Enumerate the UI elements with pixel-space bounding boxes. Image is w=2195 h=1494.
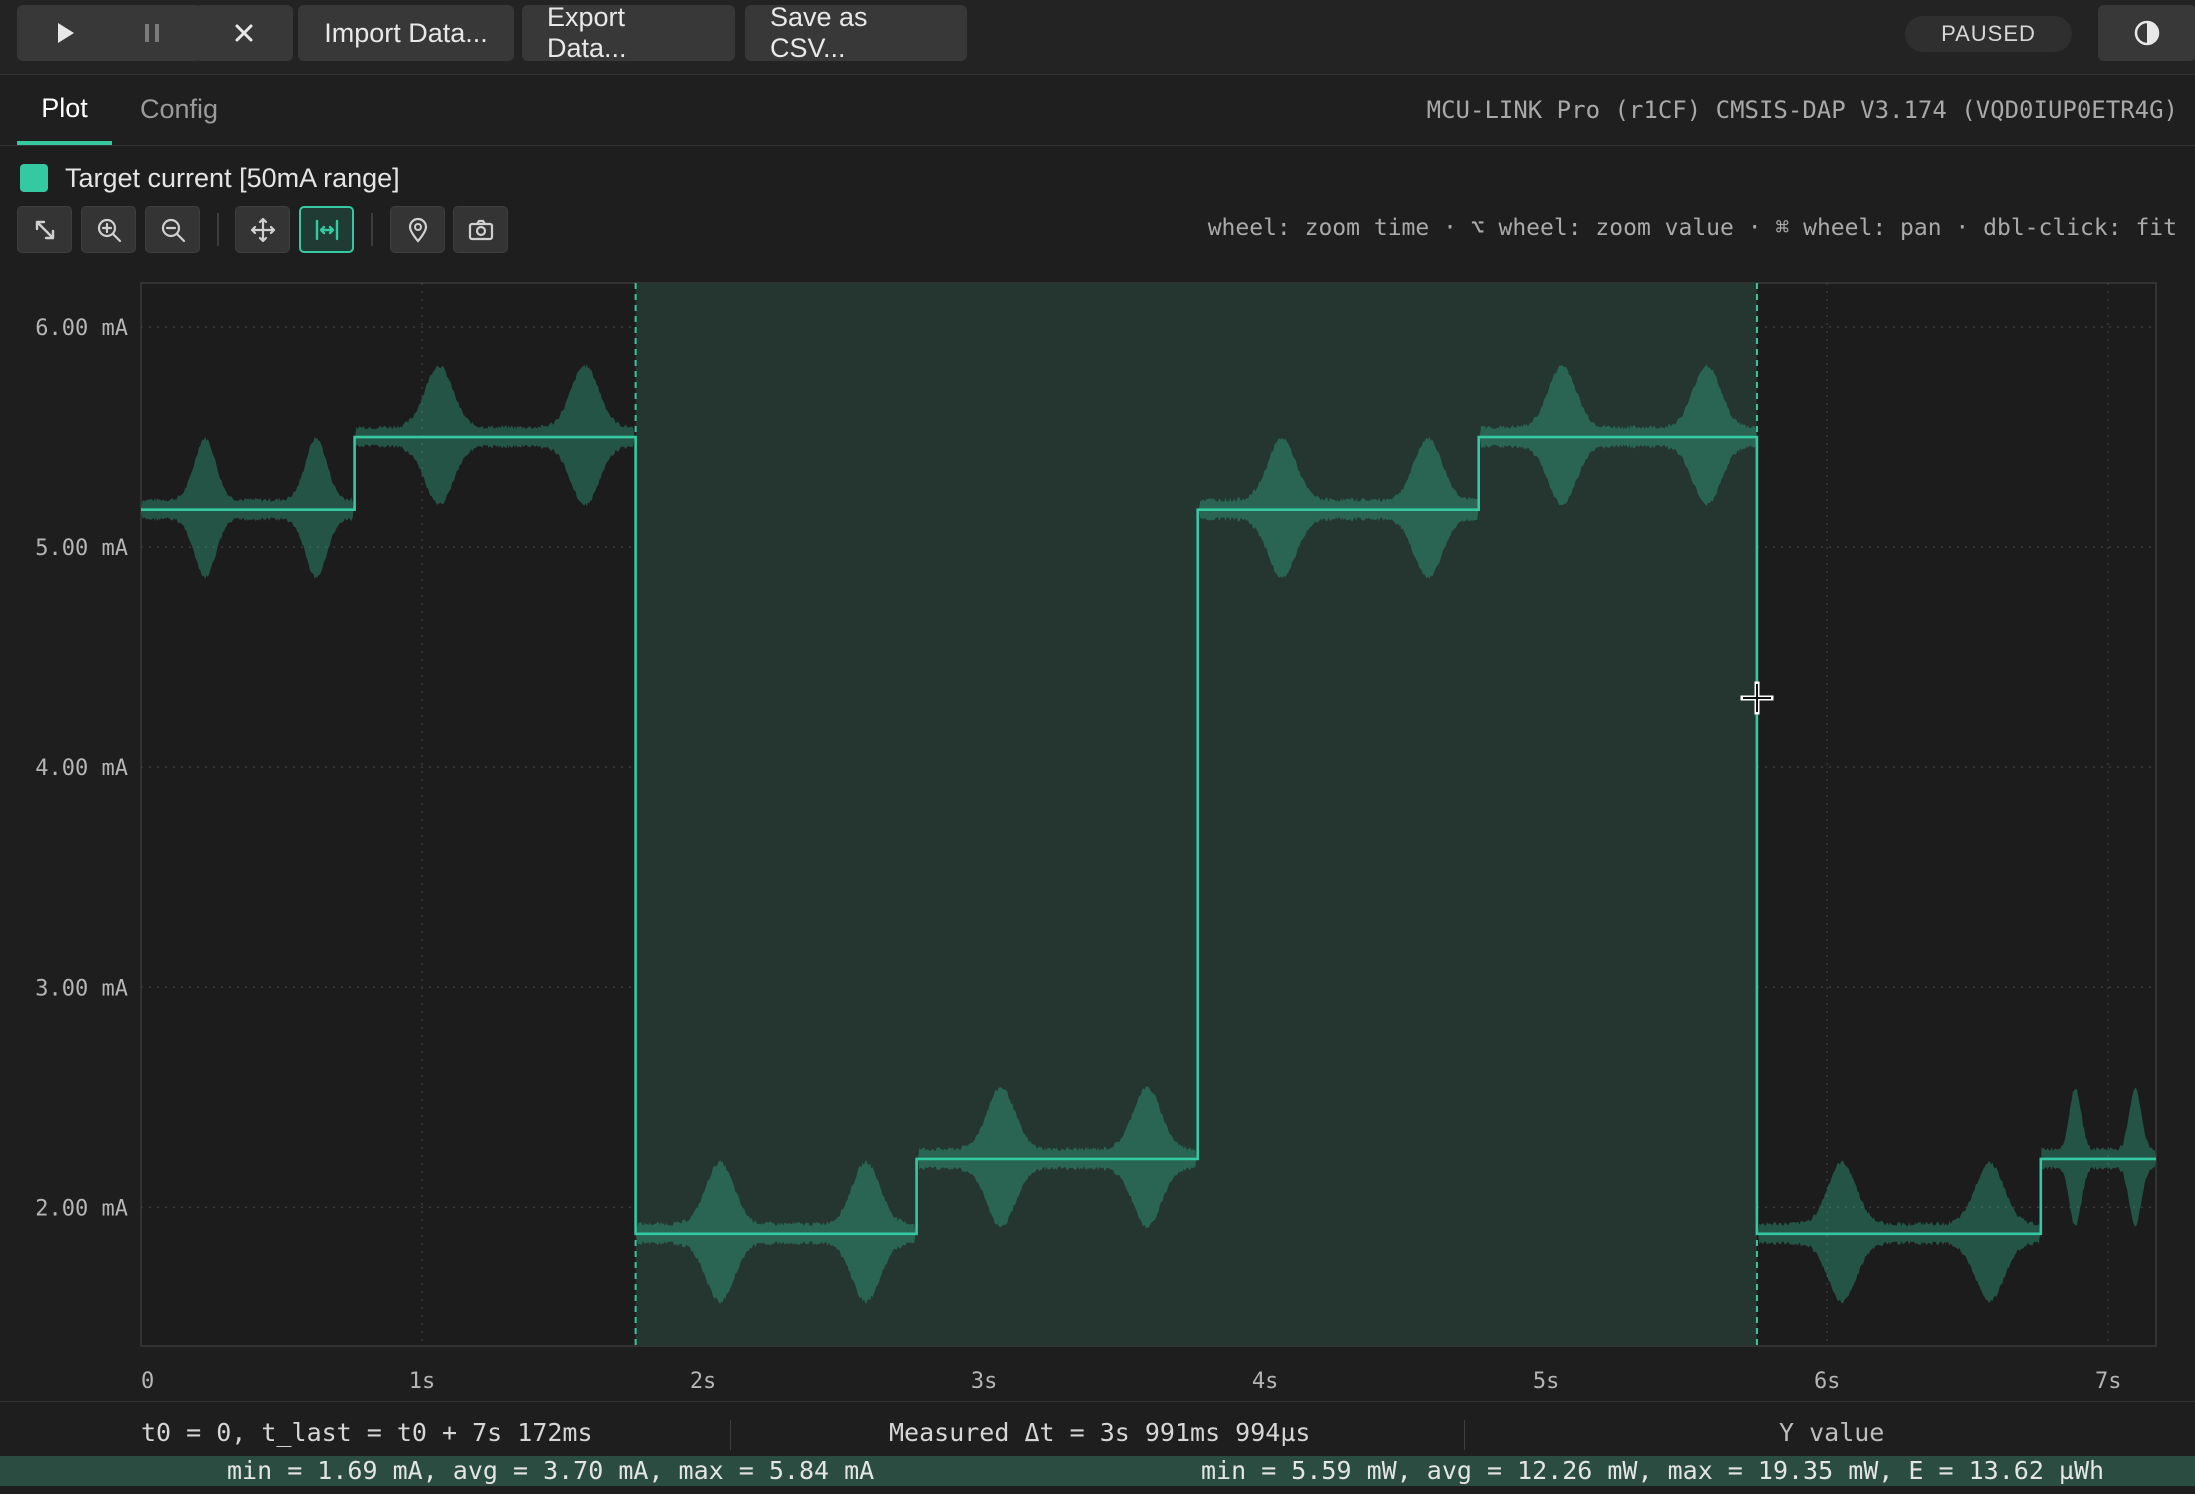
x-tick-label: 6s <box>1814 1369 1841 1394</box>
x-tick-label: 0 <box>141 1369 154 1394</box>
x-tick-label: 5s <box>1533 1369 1560 1394</box>
current-stats: min = 1.69 mA, avg = 3.70 mA, max = 5.84… <box>227 1456 875 1485</box>
y-value-readout: Y value <box>1779 1418 1885 1447</box>
play-icon <box>58 23 74 43</box>
x-tick-label: 2s <box>690 1369 717 1394</box>
toolbar-divider <box>371 213 373 246</box>
y-tick-label: 4.00 mA <box>35 756 128 781</box>
top-toolbar: Import Data... Export Data... Save as CS… <box>0 0 2195 75</box>
import-data-button[interactable]: Import Data... <box>298 5 514 61</box>
x-tick-label: 1s <box>409 1369 436 1394</box>
clear-button[interactable] <box>195 5 293 61</box>
camera-icon <box>468 219 493 240</box>
zoom-in-icon <box>97 218 121 242</box>
toolbar-divider <box>217 213 219 246</box>
measure-icon <box>315 219 338 240</box>
y-tick-label: 2.00 mA <box>35 1196 128 1221</box>
save-csv-button[interactable]: Save as CSV... <box>745 2 967 63</box>
pan-icon <box>250 217 275 242</box>
play-button[interactable] <box>17 5 115 61</box>
y-tick-label: 5.00 mA <box>35 536 128 561</box>
marker-button[interactable] <box>390 206 445 253</box>
interaction-hints: wheel: zoom time · ⌥ wheel: zoom value ·… <box>1207 215 2177 241</box>
x-tick-label: 7s <box>2095 1369 2122 1394</box>
series-color-swatch <box>20 164 48 192</box>
screenshot-button[interactable] <box>453 206 508 253</box>
fit-icon <box>35 220 54 239</box>
current-plot[interactable]: 6.00 mA 5.00 mA 4.00 mA 3.00 mA 2.00 mA 0 1s 2… <box>0 270 2195 1400</box>
close-icon <box>235 24 253 42</box>
measured-delta-readout: Measured Δt = 3s 991ms 994µs <box>889 1418 1311 1447</box>
pan-button[interactable] <box>235 206 290 253</box>
zoom-out-icon <box>161 218 185 242</box>
x-tick-label: 3s <box>971 1369 998 1394</box>
zoom-out-button[interactable] <box>145 206 200 253</box>
y-tick-label: 6.00 mA <box>35 316 128 341</box>
selection-stats-bar: min = 1.69 mA, avg = 3.70 mA, max = 5.84… <box>0 1456 2195 1486</box>
tab-plot[interactable]: Plot <box>17 75 112 145</box>
x-tick-label: 4s <box>1252 1369 1279 1394</box>
device-label: MCU-LINK Pro (r1CF) CMSIS-DAP V3.174 (VQ… <box>1426 95 2178 124</box>
power-stats: min = 5.59 mW, avg = 12.26 mW, max = 19.… <box>1201 1456 2105 1485</box>
theme-toggle-button[interactable] <box>2098 5 2195 61</box>
measure-button[interactable] <box>299 206 354 253</box>
y-tick-label: 3.00 mA <box>35 976 128 1001</box>
pause-button[interactable] <box>103 5 201 61</box>
footer-divider <box>1464 1420 1465 1450</box>
time-range-readout: t0 = 0, t_last = t0 + 7s 172ms <box>141 1418 593 1447</box>
tab-config[interactable]: Config <box>140 75 218 144</box>
series-legend[interactable]: Target current [50mA range] <box>20 160 400 196</box>
map-pin-icon <box>408 217 427 243</box>
tab-bar: Plot Config MCU-LINK Pro (r1CF) CMSIS-DA… <box>0 75 2195 146</box>
series-label: Target current [50mA range] <box>65 162 400 193</box>
export-data-button[interactable]: Export Data... <box>522 2 735 63</box>
zoom-in-button[interactable] <box>81 206 136 253</box>
fit-button[interactable] <box>17 206 72 253</box>
status-footer: t0 = 0, t_last = t0 + 7s 172ms Measured … <box>0 1401 2195 1494</box>
footer-divider <box>730 1420 731 1450</box>
pause-icon <box>145 24 159 42</box>
contrast-icon <box>2134 20 2160 46</box>
status-badge: PAUSED <box>1905 16 2072 52</box>
